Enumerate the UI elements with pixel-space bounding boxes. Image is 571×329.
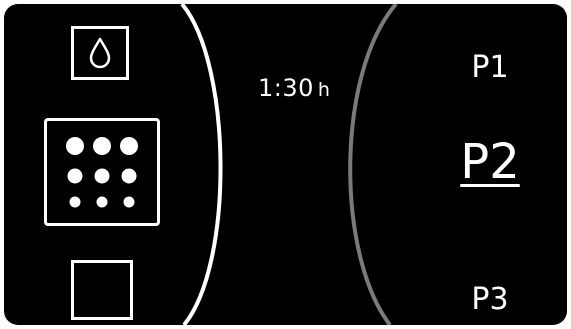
blank-mode-button[interactable] <box>71 260 133 320</box>
right-divider-arc <box>348 4 398 325</box>
water-mode-button[interactable] <box>71 26 129 80</box>
program-p3-button[interactable]: P3 <box>454 282 526 318</box>
program-p2-button-selected[interactable]: P2 <box>440 134 540 190</box>
water-drop-icon <box>89 37 111 69</box>
control-panel: 1:30 h P1 P2 P3 <box>4 4 567 325</box>
duration-display: 1:30 h <box>258 73 330 105</box>
left-divider-arc <box>180 4 223 325</box>
intensity-mode-button[interactable] <box>44 118 160 226</box>
duration-unit: h <box>317 79 331 101</box>
dot-grid-icon <box>66 137 138 208</box>
duration-value: 1:30 <box>258 74 314 102</box>
program-p1-button[interactable]: P1 <box>454 50 526 86</box>
